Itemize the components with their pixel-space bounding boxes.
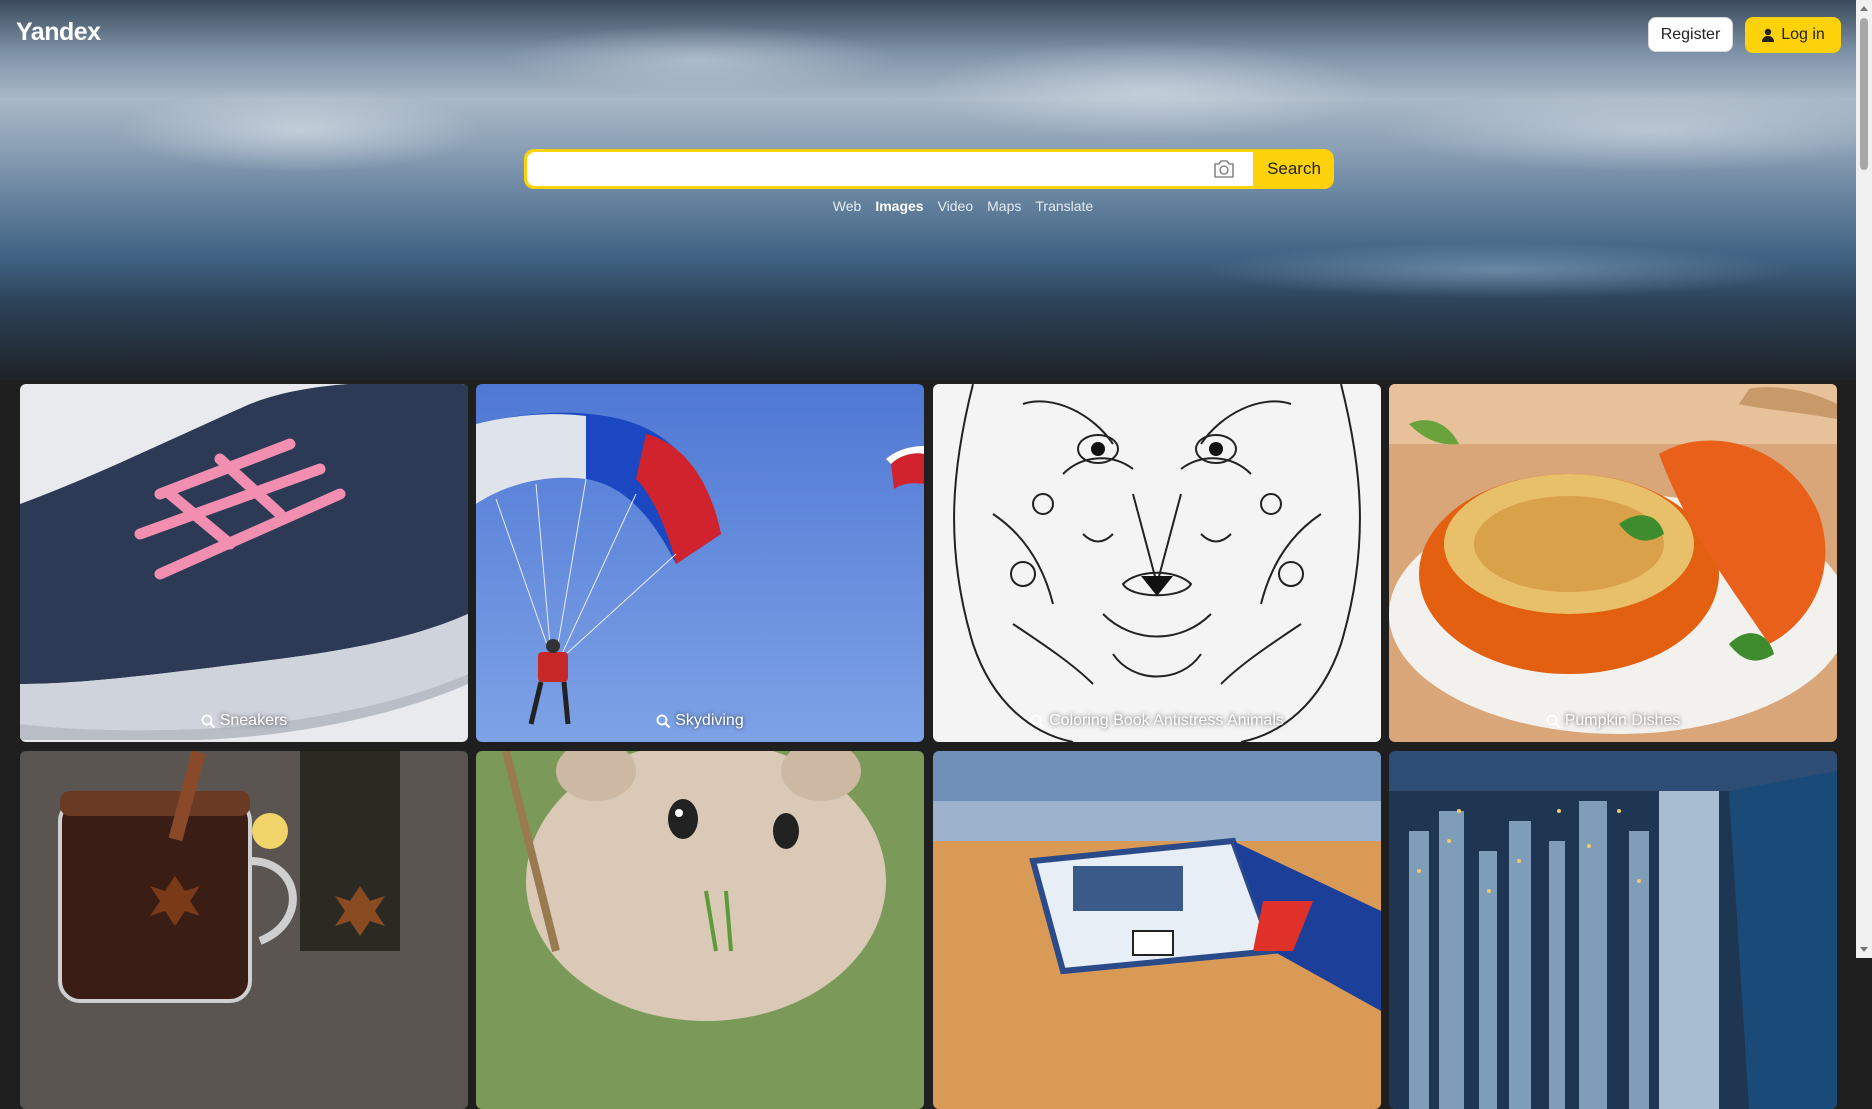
image-tile-sneakers[interactable]: Sneakers [20,384,468,742]
login-label: Log in [1781,26,1825,43]
search-icon [201,714,215,728]
image-tile-pumpkin-dishes[interactable]: Pumpkin Dishes [1389,384,1837,742]
scrollbar-thumb[interactable] [1860,18,1868,170]
service-link-video[interactable]: Video [938,198,974,214]
camera-icon[interactable] [1212,158,1236,180]
register-button[interactable]: Register [1648,17,1733,52]
user-icon [1762,28,1775,42]
lion-coloring-image [933,384,1381,742]
hero-sky-background [0,0,1856,380]
mulled-wine-image [20,751,468,1109]
search-button[interactable]: Search [1254,149,1334,189]
tile-caption-text: Pumpkin Dishes [1564,712,1681,729]
search-input[interactable] [527,152,1253,186]
tile-caption: Skydiving [476,712,924,730]
search-icon [1546,714,1560,728]
page-scrollbar[interactable] [1856,0,1872,958]
image-tile-city-night[interactable] [1389,751,1837,1109]
search-icon [1030,714,1045,728]
scroll-down-arrow-icon[interactable] [1860,947,1868,952]
service-link-translate[interactable]: Translate [1035,198,1093,214]
services-nav: Web Images Video Maps Translate [0,198,1856,214]
image-tile-hamster[interactable] [476,751,924,1109]
yandex-logo[interactable]: Yandex [16,18,101,47]
tile-caption: Sneakers [20,712,468,730]
tile-caption: Coloring Book Antistress Animals [933,712,1381,730]
tile-caption-text: Skydiving [675,712,744,729]
tile-caption-text: Sneakers [219,712,288,729]
service-link-images[interactable]: Images [875,198,923,214]
service-link-web[interactable]: Web [833,198,862,214]
city-night-image [1389,751,1837,1109]
image-tile-coloring-book[interactable]: Coloring Book Antistress Animals [933,384,1381,742]
rally-truck-image [933,751,1381,1109]
scroll-up-arrow-icon[interactable] [1860,6,1868,11]
image-tile-mulled-wine[interactable] [20,751,468,1109]
search-icon [656,714,671,728]
image-tile-dakar-truck[interactable] [933,751,1381,1109]
tile-caption-text: Coloring Book Antistress Animals [1049,712,1284,729]
search-bar: Search [524,149,1334,189]
login-button[interactable]: Log in [1745,17,1841,53]
sneaker-image [20,384,468,742]
image-tile-skydiving[interactable]: Skydiving [476,384,924,742]
hamster-image [476,751,924,1109]
tile-caption: Pumpkin Dishes [1389,712,1837,730]
pumpkin-dish-image [1389,384,1837,742]
skydiving-image [476,384,924,742]
service-link-maps[interactable]: Maps [987,198,1021,214]
